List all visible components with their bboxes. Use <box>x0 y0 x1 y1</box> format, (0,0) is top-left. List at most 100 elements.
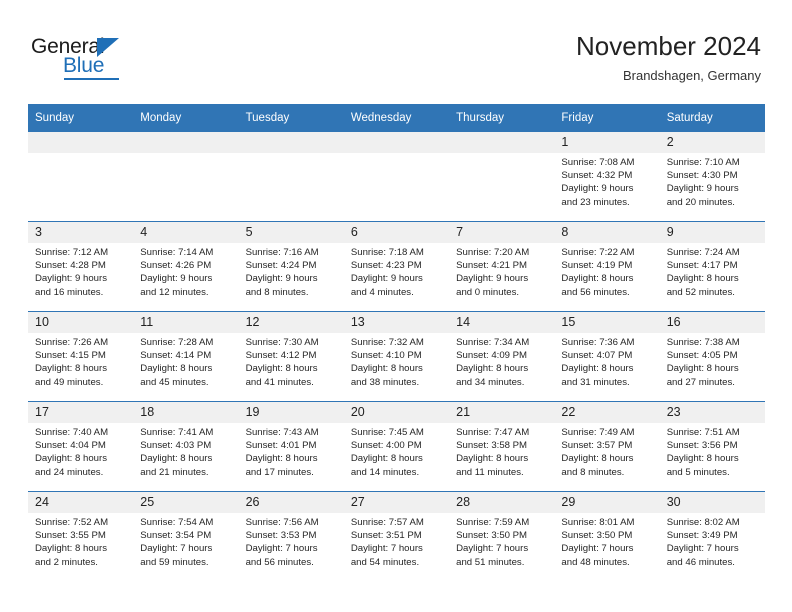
day-number: 7 <box>449 222 555 243</box>
day-number: 10 <box>28 312 134 333</box>
daylight-text-line2: and 56 minutes. <box>245 556 314 568</box>
sunset-text: Sunset: 3:53 PM <box>245 530 317 542</box>
sunset-text: Sunset: 4:24 PM <box>245 260 317 272</box>
day-sun-info: Sunrise: 7:59 AM Sunset: 3:50 PM Daylight:… <box>449 513 554 569</box>
calendar-day-cell[interactable]: 11 Sunrise: 7:28 AM Sunset: 4:14 PM Dayligh… <box>133 311 239 402</box>
day-number: 30 <box>659 492 765 513</box>
sunset-text: Sunset: 4:05 PM <box>666 350 738 362</box>
calendar-day-cell[interactable]: 1 Sunrise: 7:08 AM Sunset: 4:32 PM Daylight… <box>554 132 660 222</box>
day-number: 24 <box>28 492 134 513</box>
sunset-text: Sunset: 3:57 PM <box>561 440 633 452</box>
calendar-day-cell[interactable]: 27 Sunrise: 7:57 AM Sunset: 3:51 PM Dayligh… <box>343 491 450 581</box>
calendar-day-cell[interactable]: 30 Sunrise: 8:02 AM Sunset: 3:49 PM Dayligh… <box>659 491 765 581</box>
calendar-day-cell[interactable]: 20 Sunrise: 7:45 AM Sunset: 4:00 PM Dayligh… <box>343 401 450 492</box>
day-sun-info: Sunrise: 7:43 AM Sunset: 4:01 PM Daylight:… <box>239 423 344 479</box>
daylight-text-line2: and 52 minutes. <box>666 286 735 298</box>
calendar-day-cell[interactable]: 25 Sunrise: 7:54 AM Sunset: 3:54 PM Dayligh… <box>133 491 239 581</box>
daylight-text-line2: and 46 minutes. <box>666 556 735 568</box>
calendar-day-cell[interactable]: 12 Sunrise: 7:30 AM Sunset: 4:12 PM Dayligh… <box>238 311 344 402</box>
calendar-page: General Blue November 2024 Brandshagen, … <box>0 0 792 612</box>
calendar-day-cell[interactable]: 2 Sunrise: 7:10 AM Sunset: 4:30 PM Daylight… <box>659 132 765 222</box>
daylight-text-line2: and 31 minutes. <box>561 376 630 388</box>
sunset-text: Sunset: 4:14 PM <box>140 350 212 362</box>
day-number: 9 <box>659 222 765 243</box>
daylight-text-line2: and 45 minutes. <box>140 376 209 388</box>
sunrise-text: Sunrise: 7:57 AM <box>350 517 424 528</box>
day-number: 23 <box>659 402 765 423</box>
daylight-text-line1: Daylight: 9 hours <box>35 273 107 285</box>
day-number: 22 <box>554 402 660 423</box>
sunrise-text: Sunrise: 7:28 AM <box>140 337 214 348</box>
calendar-day-cell[interactable]: 4 Sunrise: 7:14 AM Sunset: 4:26 PM Daylight… <box>133 221 239 312</box>
daylight-text-line2: and 17 minutes. <box>245 466 314 478</box>
day-number: 2 <box>659 132 765 153</box>
calendar-day-cell[interactable]: 13 Sunrise: 7:32 AM Sunset: 4:10 PM Dayligh… <box>343 311 450 402</box>
sunrise-text: Sunrise: 7:24 AM <box>666 247 740 258</box>
daylight-text-line1: Daylight: 8 hours <box>456 453 529 465</box>
day-number: 26 <box>238 492 344 513</box>
day-sun-info: Sunrise: 7:22 AM Sunset: 4:19 PM Daylight:… <box>554 243 659 299</box>
day-sun-info: Sunrise: 7:40 AM Sunset: 4:04 PM Daylight:… <box>28 423 133 479</box>
calendar-day-cell[interactable]: 5 Sunrise: 7:16 AM Sunset: 4:24 PM Daylight… <box>238 221 344 312</box>
calendar-day-cell[interactable]: 23 Sunrise: 7:51 AM Sunset: 3:56 PM Dayligh… <box>659 401 765 492</box>
day-sun-info: Sunrise: 7:52 AM Sunset: 3:55 PM Daylight:… <box>28 513 133 569</box>
daylight-text-line2: and 41 minutes. <box>245 376 314 388</box>
daylight-text-line1: Daylight: 9 hours <box>350 273 423 285</box>
calendar-day-cell[interactable]: 7 Sunrise: 7:20 AM Sunset: 4:21 PM Daylight… <box>449 221 555 312</box>
calendar-day-cell[interactable]: 10 Sunrise: 7:26 AM Sunset: 4:15 PM Dayligh… <box>28 311 134 402</box>
calendar-day-cell[interactable]: 29 Sunrise: 8:01 AM Sunset: 3:50 PM Dayligh… <box>554 491 660 581</box>
day-sun-info: Sunrise: 7:41 AM Sunset: 4:03 PM Daylight:… <box>133 423 238 479</box>
calendar-cell-empty <box>238 132 344 222</box>
daylight-text-line1: Daylight: 8 hours <box>561 273 634 285</box>
calendar-day-cell[interactable]: 6 Sunrise: 7:18 AM Sunset: 4:23 PM Daylight… <box>343 221 450 312</box>
daylight-text-line2: and 4 minutes. <box>350 286 414 298</box>
calendar-day-cell[interactable]: 3 Sunrise: 7:12 AM Sunset: 4:28 PM Daylight… <box>28 221 134 312</box>
calendar-day-cell[interactable]: 15 Sunrise: 7:36 AM Sunset: 4:07 PM Dayligh… <box>554 311 660 402</box>
brand-logo[interactable]: General Blue <box>31 36 151 84</box>
day-number: 15 <box>554 312 660 333</box>
calendar-day-cell[interactable]: 21 Sunrise: 7:47 AM Sunset: 3:58 PM Dayligh… <box>449 401 555 492</box>
sunrise-text: Sunrise: 7:56 AM <box>245 517 319 528</box>
daylight-text-line2: and 34 minutes. <box>456 376 525 388</box>
sunrise-text: Sunrise: 7:43 AM <box>245 427 319 438</box>
day-sun-info: Sunrise: 7:18 AM Sunset: 4:23 PM Daylight:… <box>344 243 449 299</box>
sunset-text: Sunset: 4:12 PM <box>245 350 317 362</box>
calendar-day-cell[interactable]: 8 Sunrise: 7:22 AM Sunset: 4:19 PM Daylight… <box>554 221 660 312</box>
sunset-text: Sunset: 3:49 PM <box>666 530 738 542</box>
day-number: 21 <box>449 402 555 423</box>
sunset-text: Sunset: 4:04 PM <box>35 440 106 452</box>
daylight-text-line2: and 48 minutes. <box>561 556 630 568</box>
day-sun-info: Sunrise: 7:36 AM Sunset: 4:07 PM Daylight:… <box>554 333 659 389</box>
day-sun-info: Sunrise: 7:16 AM Sunset: 4:24 PM Daylight:… <box>239 243 344 299</box>
daylight-text-line1: Daylight: 8 hours <box>666 453 739 465</box>
sunrise-text: Sunrise: 7:16 AM <box>245 247 319 258</box>
sunrise-text: Sunrise: 7:32 AM <box>350 337 424 348</box>
calendar-day-cell[interactable]: 16 Sunrise: 7:38 AM Sunset: 4:05 PM Dayligh… <box>659 311 765 402</box>
sunrise-text: Sunrise: 7:18 AM <box>350 247 424 258</box>
day-number: 1 <box>554 132 660 153</box>
calendar-cell-empty <box>343 132 450 222</box>
daylight-text-line1: Daylight: 8 hours <box>35 363 107 375</box>
day-number: 25 <box>133 492 239 513</box>
calendar-day-cell[interactable]: 19 Sunrise: 7:43 AM Sunset: 4:01 PM Dayligh… <box>238 401 344 492</box>
calendar-day-cell[interactable]: 24 Sunrise: 7:52 AM Sunset: 3:55 PM Dayligh… <box>28 491 134 581</box>
weekday-header-thursday: Thursday <box>449 104 555 132</box>
day-number: 19 <box>238 402 344 423</box>
calendar-day-cell[interactable]: 9 Sunrise: 7:24 AM Sunset: 4:17 PM Daylight… <box>659 221 765 312</box>
calendar-week-row: 17 Sunrise: 7:40 AM Sunset: 4:04 PM Dayligh… <box>28 401 765 492</box>
sunset-text: Sunset: 4:21 PM <box>456 260 528 272</box>
calendar-cell-empty <box>28 132 134 222</box>
day-number: 18 <box>133 402 239 423</box>
calendar-day-cell[interactable]: 18 Sunrise: 7:41 AM Sunset: 4:03 PM Dayligh… <box>133 401 239 492</box>
calendar-day-cell[interactable]: 22 Sunrise: 7:49 AM Sunset: 3:57 PM Dayligh… <box>554 401 660 492</box>
calendar-day-cell[interactable]: 14 Sunrise: 7:34 AM Sunset: 4:09 PM Dayligh… <box>449 311 555 402</box>
sunrise-text: Sunrise: 7:51 AM <box>666 427 740 438</box>
calendar-week-row: 10 Sunrise: 7:26 AM Sunset: 4:15 PM Dayligh… <box>28 311 765 402</box>
day-sun-info: Sunrise: 7:10 AM Sunset: 4:30 PM Daylight:… <box>660 153 765 209</box>
day-sun-info: Sunrise: 7:51 AM Sunset: 3:56 PM Daylight:… <box>660 423 765 479</box>
calendar-day-cell[interactable]: 28 Sunrise: 7:59 AM Sunset: 3:50 PM Dayligh… <box>449 491 555 581</box>
sunrise-text: Sunrise: 8:01 AM <box>561 517 635 528</box>
calendar-day-cell[interactable]: 17 Sunrise: 7:40 AM Sunset: 4:04 PM Dayligh… <box>28 401 134 492</box>
daylight-text-line1: Daylight: 8 hours <box>666 273 739 285</box>
calendar-day-cell[interactable]: 26 Sunrise: 7:56 AM Sunset: 3:53 PM Dayligh… <box>238 491 344 581</box>
